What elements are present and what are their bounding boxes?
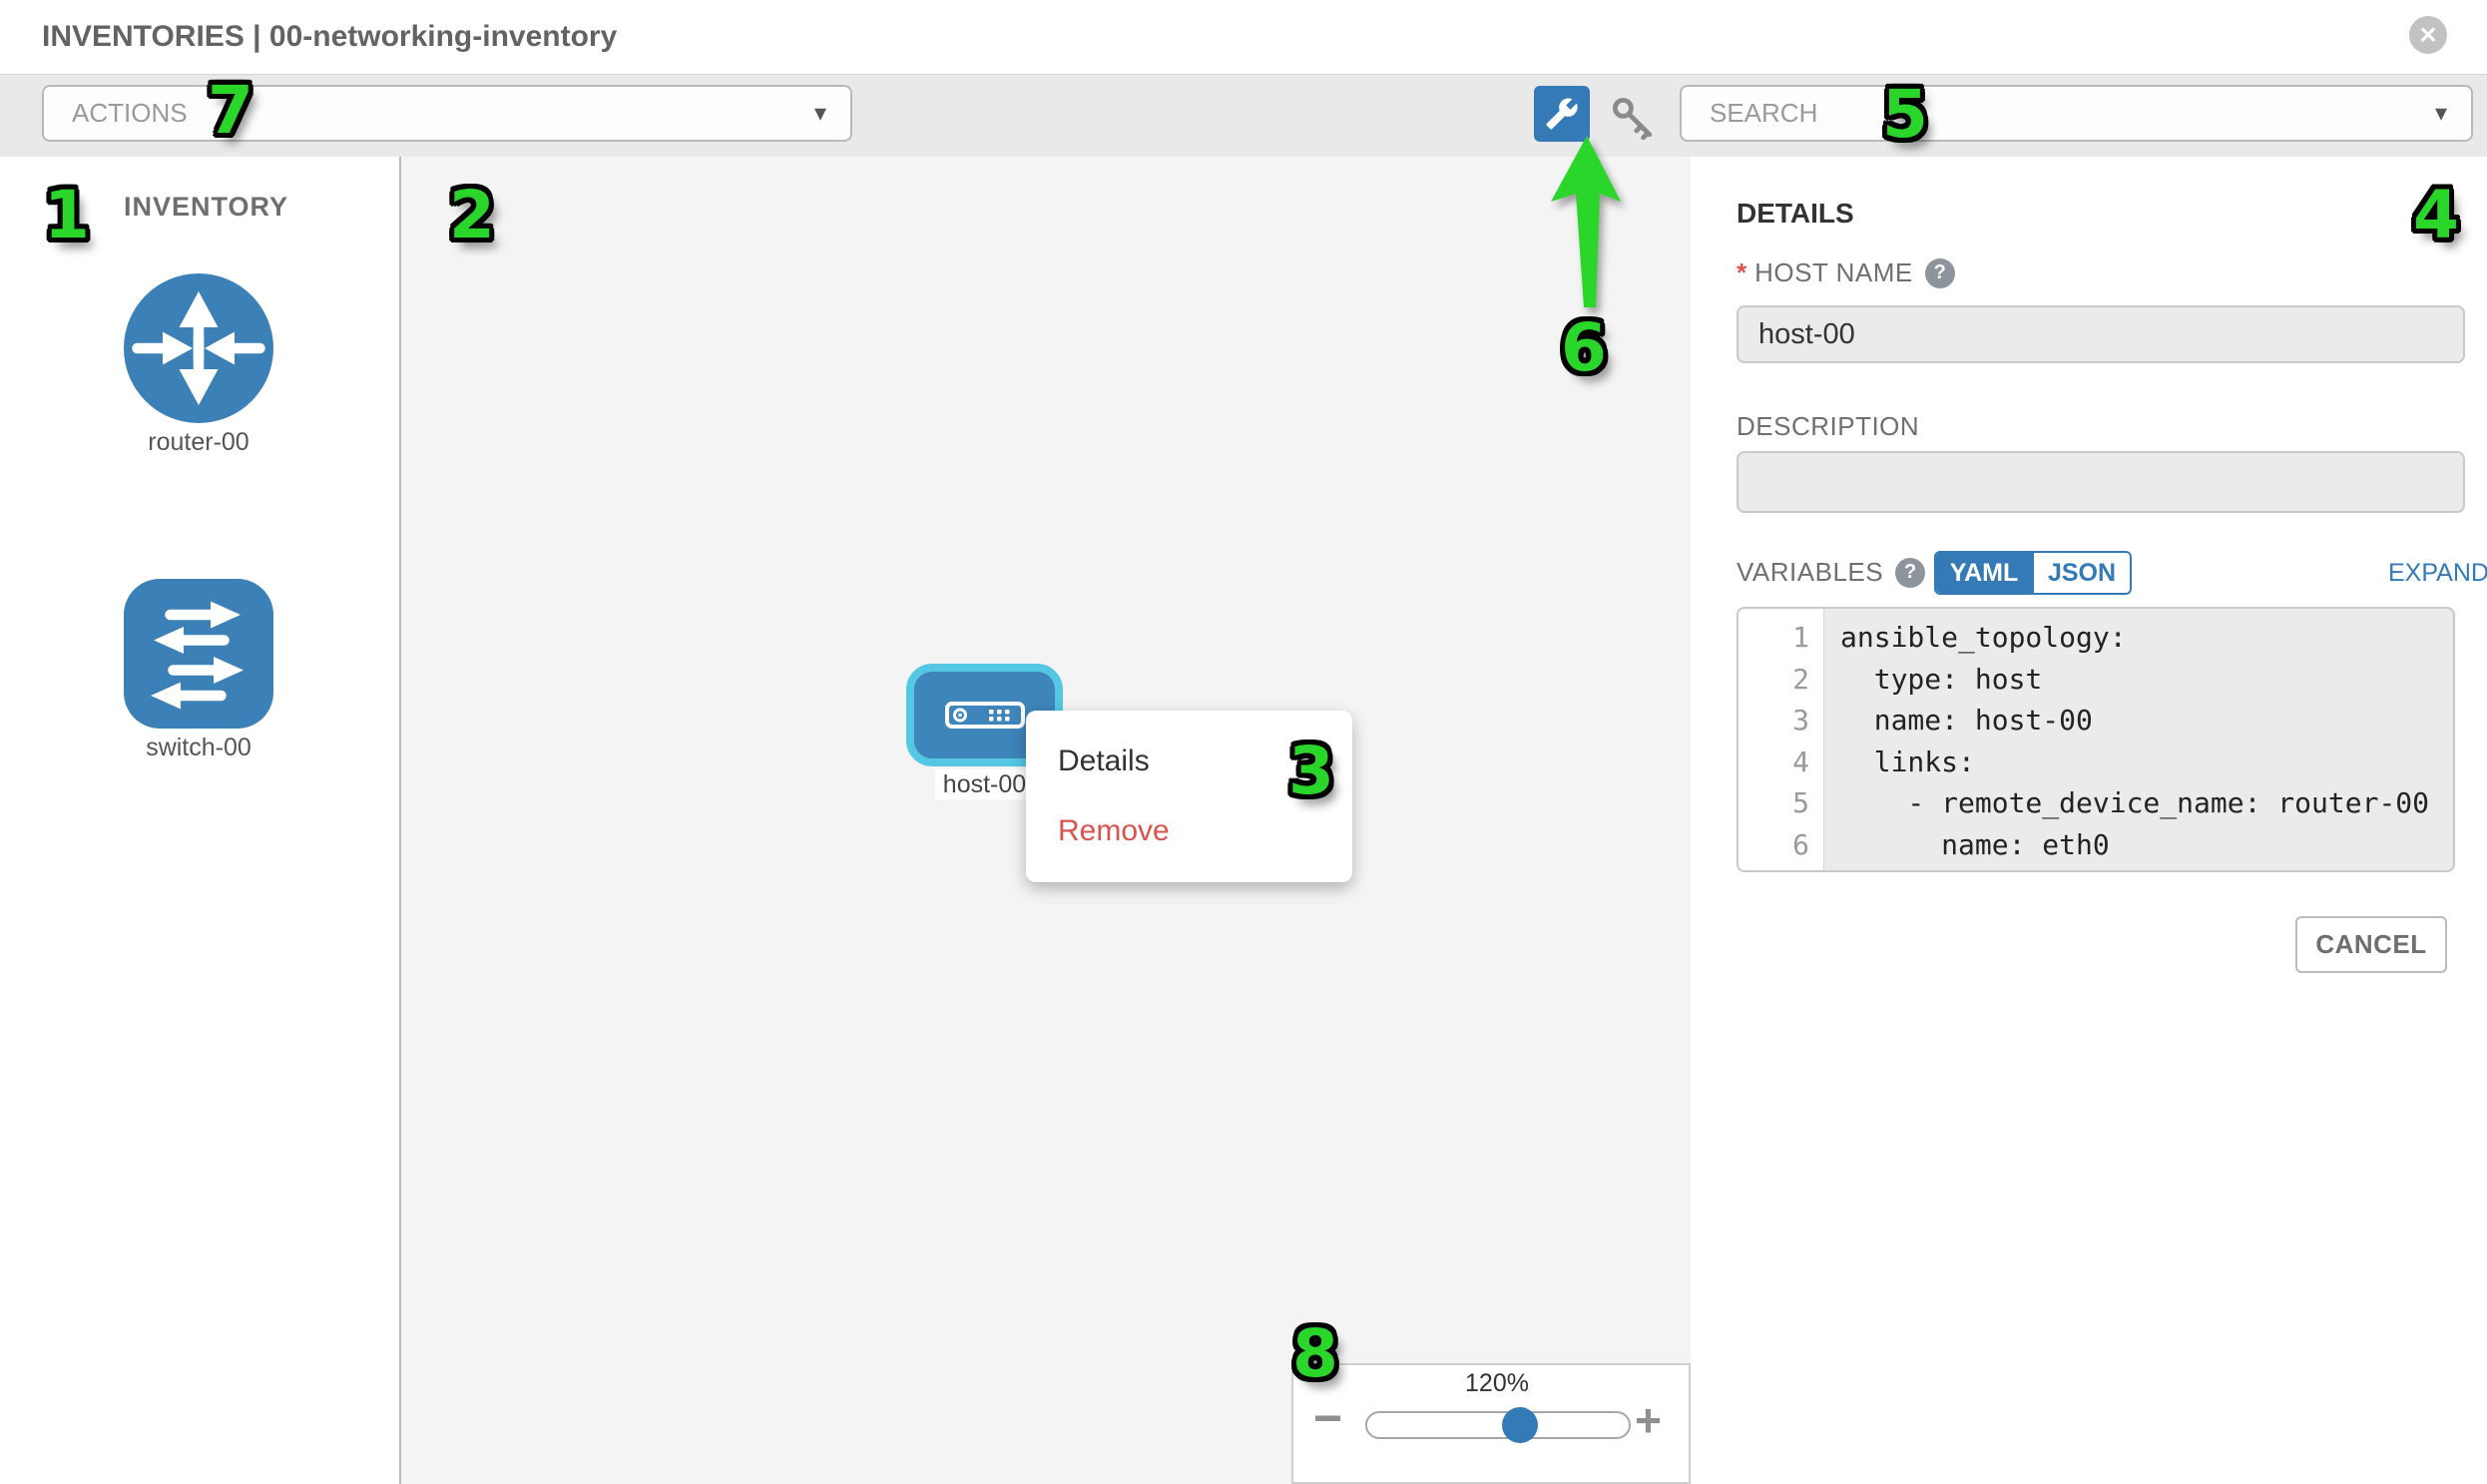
context-menu-item-remove[interactable]: Remove — [1026, 796, 1352, 866]
code-line: type: host — [1840, 659, 2453, 701]
chevron-down-icon: ▾ — [2435, 99, 2447, 128]
host-name-input[interactable] — [1737, 305, 2465, 363]
details-panel-title: DETAILS — [1737, 198, 1854, 230]
help-icon[interactable]: ? — [1895, 558, 1925, 588]
host-name-label: HOST NAME — [1754, 257, 1913, 288]
code-line: remote_interface_name: eth0 — [1840, 865, 2453, 872]
required-marker: * — [1737, 257, 1746, 288]
search-dropdown[interactable]: SEARCH ▾ — [1680, 85, 2473, 142]
close-icon[interactable]: ✕ — [2409, 16, 2447, 54]
editor-code-area[interactable]: ansible_topology: type: host name: host-… — [1824, 609, 2453, 870]
toggle-yaml[interactable]: YAML — [1936, 553, 2032, 593]
description-label: DESCRIPTION — [1737, 411, 1919, 442]
zoom-slider-handle[interactable] — [1502, 1407, 1538, 1443]
actions-dropdown-label: ACTIONS — [72, 98, 188, 129]
sidebar-heading: INVENTORY — [124, 192, 288, 223]
help-icon[interactable]: ? — [1925, 258, 1955, 288]
switch-icon — [124, 579, 273, 734]
toggle-json[interactable]: JSON — [2032, 553, 2130, 593]
switch-label: switch-00 — [124, 734, 273, 762]
search-dropdown-label: SEARCH — [1710, 98, 1817, 129]
router-label: router-00 — [124, 428, 273, 457]
toolbox-button[interactable] — [1534, 86, 1590, 142]
editor-line-numbers: 1 2 3 4 5 6 7 — [1739, 609, 1824, 870]
code-line: links: — [1840, 742, 2453, 783]
zoom-slider-track[interactable] — [1365, 1411, 1631, 1439]
wrench-icon — [1545, 97, 1579, 131]
description-input[interactable] — [1737, 451, 2465, 513]
code-line: name: eth0 — [1840, 824, 2453, 866]
inventory-topology-screen: INVENTORIES | 00-networking-inventory ✕ … — [0, 0, 2487, 1484]
key-icon — [1609, 94, 1657, 142]
chevron-down-icon: ▾ — [814, 99, 826, 128]
code-line: ansible_topology: — [1840, 617, 2453, 659]
context-menu-item-details[interactable]: Details — [1026, 727, 1352, 796]
code-line: name: host-00 — [1840, 700, 2453, 742]
variables-label-row: VARIABLES ? — [1737, 557, 1925, 588]
sidebar-item-router[interactable]: router-00 — [124, 273, 273, 457]
sidebar-item-switch[interactable]: switch-00 — [124, 579, 273, 762]
variables-format-toggle: YAML JSON — [1934, 551, 2132, 595]
code-line: - remote_device_name: router-00 — [1840, 782, 2453, 824]
variables-code-editor[interactable]: 1 2 3 4 5 6 7 ansible_topology: type: ho… — [1737, 607, 2455, 872]
zoom-level-value: 120% — [1427, 1369, 1567, 1398]
variables-label: VARIABLES — [1737, 557, 1883, 588]
header-bar: INVENTORIES | 00-networking-inventory — [0, 0, 2487, 75]
close-glyph: ✕ — [2418, 22, 2437, 49]
host-name-label-row: * HOST NAME ? — [1737, 257, 1955, 288]
expand-link[interactable]: EXPAND — [2388, 559, 2487, 588]
page-title: INVENTORIES | 00-networking-inventory — [42, 0, 617, 74]
host-icon — [945, 702, 1025, 729]
key-button[interactable] — [1605, 92, 1661, 144]
zoom-out-button[interactable]: − — [1313, 1393, 1342, 1443]
actions-dropdown[interactable]: ACTIONS ▾ — [42, 85, 852, 142]
zoom-in-button[interactable]: + — [1635, 1397, 1662, 1443]
cancel-button[interactable]: CANCEL — [2295, 916, 2447, 973]
router-icon — [124, 273, 273, 428]
node-context-menu: Details Remove — [1026, 711, 1352, 882]
